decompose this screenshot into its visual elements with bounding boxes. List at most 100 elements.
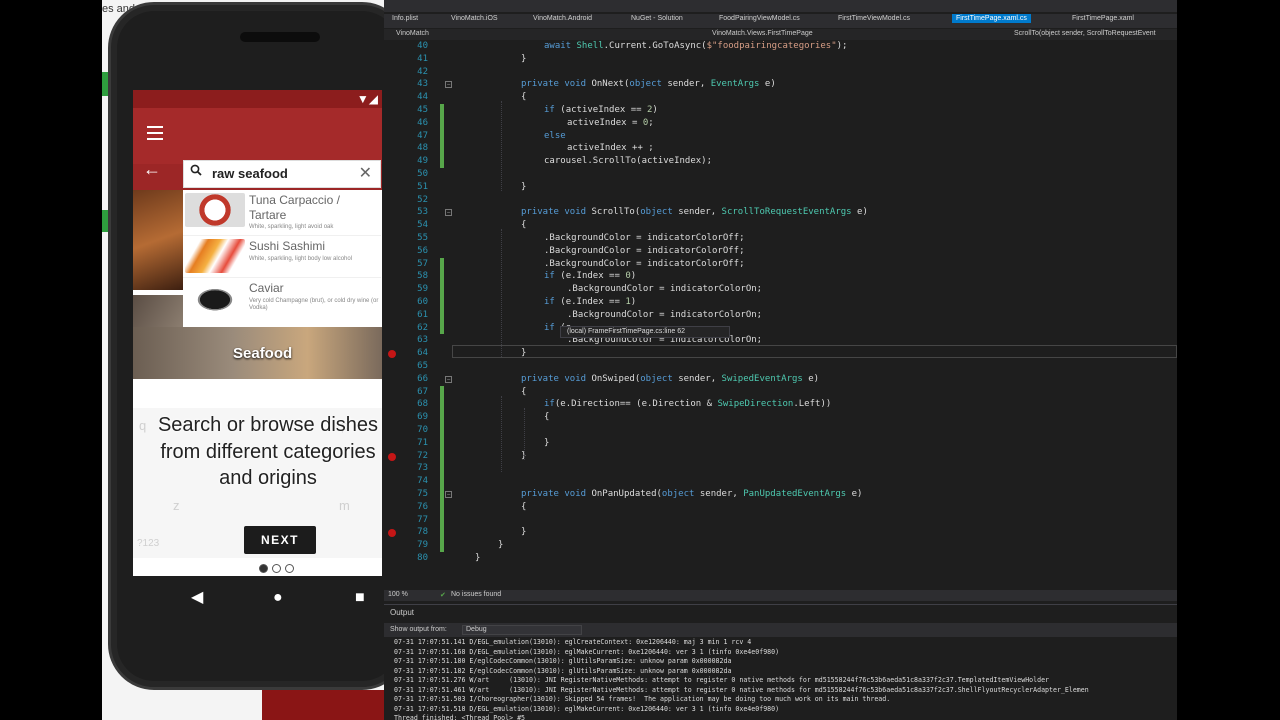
- category-label: Seafood: [233, 345, 293, 362]
- code-text: activeIndex = 0;: [567, 117, 654, 128]
- output-source-dropdown[interactable]: Debug: [462, 625, 582, 635]
- code-line[interactable]: 45 if (activeIndex == 2): [384, 104, 1177, 117]
- issues-status[interactable]: No issues found: [451, 591, 501, 598]
- code-text: if (e.Index == 0): [544, 271, 637, 282]
- output-toolbar: Show output from: Debug: [384, 623, 1177, 637]
- page-dot[interactable]: [259, 564, 268, 573]
- search-result[interactable]: Tuna Carpaccio / Tartare White, sparklin…: [183, 190, 381, 236]
- output-line: 07-31 17:07:51.168 D/EGL_emulation(13010…: [394, 647, 780, 656]
- tab-vinomatch-android[interactable]: VinoMatch.Android: [533, 15, 592, 22]
- line-number: 70: [417, 425, 428, 435]
- code-line[interactable]: 75 private void OnPanUpdated(object sende…: [384, 488, 1177, 501]
- breakpoint-icon[interactable]: [388, 529, 396, 538]
- code-text: {: [521, 92, 527, 103]
- search-input[interactable]: raw seafood ✕: [183, 160, 381, 188]
- code-editor[interactable]: 40 await Shell.Current.GoToAsync($"foodpa…: [384, 40, 1177, 590]
- line-number: 45: [417, 105, 428, 115]
- close-icon[interactable]: ✕: [359, 163, 372, 183]
- indent-guide: [501, 229, 502, 358]
- zoom-level[interactable]: 100 %: [388, 591, 408, 598]
- code-line[interactable]: 60 if (e.Index == 1): [384, 296, 1177, 309]
- next-button[interactable]: NEXT: [244, 526, 316, 554]
- change-marker: [440, 385, 444, 552]
- code-line[interactable]: 73: [384, 462, 1177, 475]
- code-line[interactable]: 55 .BackgroundColor = indicatorColorOff;: [384, 232, 1177, 245]
- code-line[interactable]: 48 activeIndex ++ ;: [384, 142, 1177, 155]
- code-line[interactable]: 49 carousel.ScrollTo(activeIndex);: [384, 155, 1177, 168]
- fold-toggle-icon[interactable]: −: [445, 81, 452, 89]
- fold-toggle-icon[interactable]: −: [445, 209, 452, 217]
- back-arrow-icon[interactable]: ←: [143, 159, 161, 180]
- code-line[interactable]: 79}: [384, 539, 1177, 552]
- code-line[interactable]: 41}: [384, 53, 1177, 66]
- category-image[interactable]: [133, 190, 183, 290]
- code-line[interactable]: 62if (e.: [384, 322, 1177, 335]
- hamburger-icon[interactable]: [147, 126, 163, 140]
- code-text: activeIndex ++ ;: [567, 143, 654, 154]
- code-line[interactable]: 57 .BackgroundColor = indicatorColorOff;: [384, 258, 1177, 271]
- code-line[interactable]: 80}: [384, 552, 1177, 565]
- line-number: 62: [417, 322, 428, 333]
- code-line[interactable]: 65: [384, 360, 1177, 373]
- tab-firsttimepage-xaml-cs[interactable]: FirstTimePage.xaml.cs: [952, 14, 1031, 23]
- project-dropdown[interactable]: VinoMatch: [396, 30, 429, 37]
- nav-recents-icon[interactable]: ■: [355, 589, 365, 607]
- code-line[interactable]: 59 .BackgroundColor = indicatorColorOn;: [384, 283, 1177, 296]
- category-banner[interactable]: Seafood: [133, 327, 382, 379]
- tab-info-plist[interactable]: Info.plist: [392, 15, 418, 22]
- line-number: 59: [417, 284, 428, 295]
- page-dot[interactable]: [272, 564, 281, 573]
- code-line[interactable]: 70: [384, 424, 1177, 437]
- nav-home-icon[interactable]: ●: [273, 589, 283, 607]
- page-dot[interactable]: [285, 564, 294, 573]
- output-line: 07-31 17:07:51.518 D/EGL_emulation(13010…: [394, 704, 780, 713]
- category-image[interactable]: [133, 295, 183, 327]
- fold-toggle-icon[interactable]: −: [445, 491, 452, 498]
- search-result[interactable]: Sushi Sashimi White, sparkling, light bo…: [183, 236, 381, 278]
- code-line[interactable]: 51}: [384, 181, 1177, 194]
- code-line[interactable]: 54 {: [384, 219, 1177, 232]
- code-line[interactable]: 71}: [384, 437, 1177, 450]
- breakpoint-icon[interactable]: [388, 452, 396, 461]
- fold-toggle-icon[interactable]: −: [445, 375, 452, 383]
- tab-vinomatch-ios[interactable]: VinoMatch.iOS: [451, 15, 498, 22]
- code-line[interactable]: 42: [384, 66, 1177, 79]
- code-line[interactable]: 43 private void OnNext(object sender, Eve…: [384, 78, 1177, 91]
- code-line[interactable]: 74: [384, 475, 1177, 488]
- code-line[interactable]: 76 {: [384, 501, 1177, 514]
- line-number: 80: [417, 553, 428, 563]
- code-line[interactable]: 69 {: [384, 411, 1177, 424]
- app-screen: ▼◢ ← raw seafood ✕ Tuna Carpaccio / Tart…: [133, 90, 382, 576]
- code-line[interactable]: 40 await Shell.Current.GoToAsync($"foodpa…: [384, 40, 1177, 53]
- line-number: 74: [417, 476, 428, 487]
- search-result[interactable]: Caviar Very cold Champagne (brut), or co…: [183, 278, 381, 322]
- code-line[interactable]: 47 else: [384, 130, 1177, 143]
- tab-foodpairingviewmodel[interactable]: FoodPairingViewModel.cs: [719, 15, 800, 22]
- tab-nuget-solution[interactable]: NuGet - Solution: [631, 15, 683, 22]
- code-line[interactable]: 66 private void OnSwiped(object sender, S…: [384, 373, 1177, 386]
- code-line[interactable]: 58 if (e.Index == 0): [384, 270, 1177, 283]
- tab-firsttimeviewmodel[interactable]: FirstTimeViewModel.cs: [838, 15, 910, 22]
- code-line[interactable]: 61 .BackgroundColor = indicatorColorOn;: [384, 309, 1177, 322]
- indent-guide: [524, 408, 525, 460]
- code-line[interactable]: 50: [384, 168, 1177, 181]
- code-line[interactable]: 77: [384, 514, 1177, 527]
- nav-back-icon[interactable]: ◀: [191, 589, 203, 607]
- breakpoint-icon[interactable]: [388, 350, 396, 359]
- tab-firsttimepage-xaml[interactable]: FirstTimePage.xaml: [1072, 15, 1134, 22]
- code-line[interactable]: 53 private void ScrollTo(object sender, S…: [384, 206, 1177, 219]
- dish-pairing: Very cold Champagne (brut), or cold dry …: [249, 298, 379, 311]
- line-number: 76: [417, 501, 428, 512]
- member-dropdown[interactable]: ScrollTo(object sender, ScrollToRequestE…: [1014, 30, 1156, 37]
- code-line[interactable]: 78}: [384, 526, 1177, 539]
- class-dropdown[interactable]: VinoMatch.Views.FirstTimePage: [712, 30, 813, 37]
- code-line[interactable]: 56 .BackgroundColor = indicatorColorOff;: [384, 245, 1177, 258]
- output-line: 07-31 17:07:51.503 I/Choreographer(13010…: [394, 695, 891, 703]
- code-line[interactable]: 68 if(e.Direction== (e.Direction & SwipeD…: [384, 398, 1177, 411]
- code-line[interactable]: 52: [384, 194, 1177, 207]
- code-line[interactable]: 44 {: [384, 91, 1177, 104]
- code-line[interactable]: 67 {: [384, 386, 1177, 399]
- code-line[interactable]: 72}: [384, 450, 1177, 463]
- dish-thumbnail: [185, 239, 245, 273]
- code-line[interactable]: 46 activeIndex = 0;: [384, 117, 1177, 130]
